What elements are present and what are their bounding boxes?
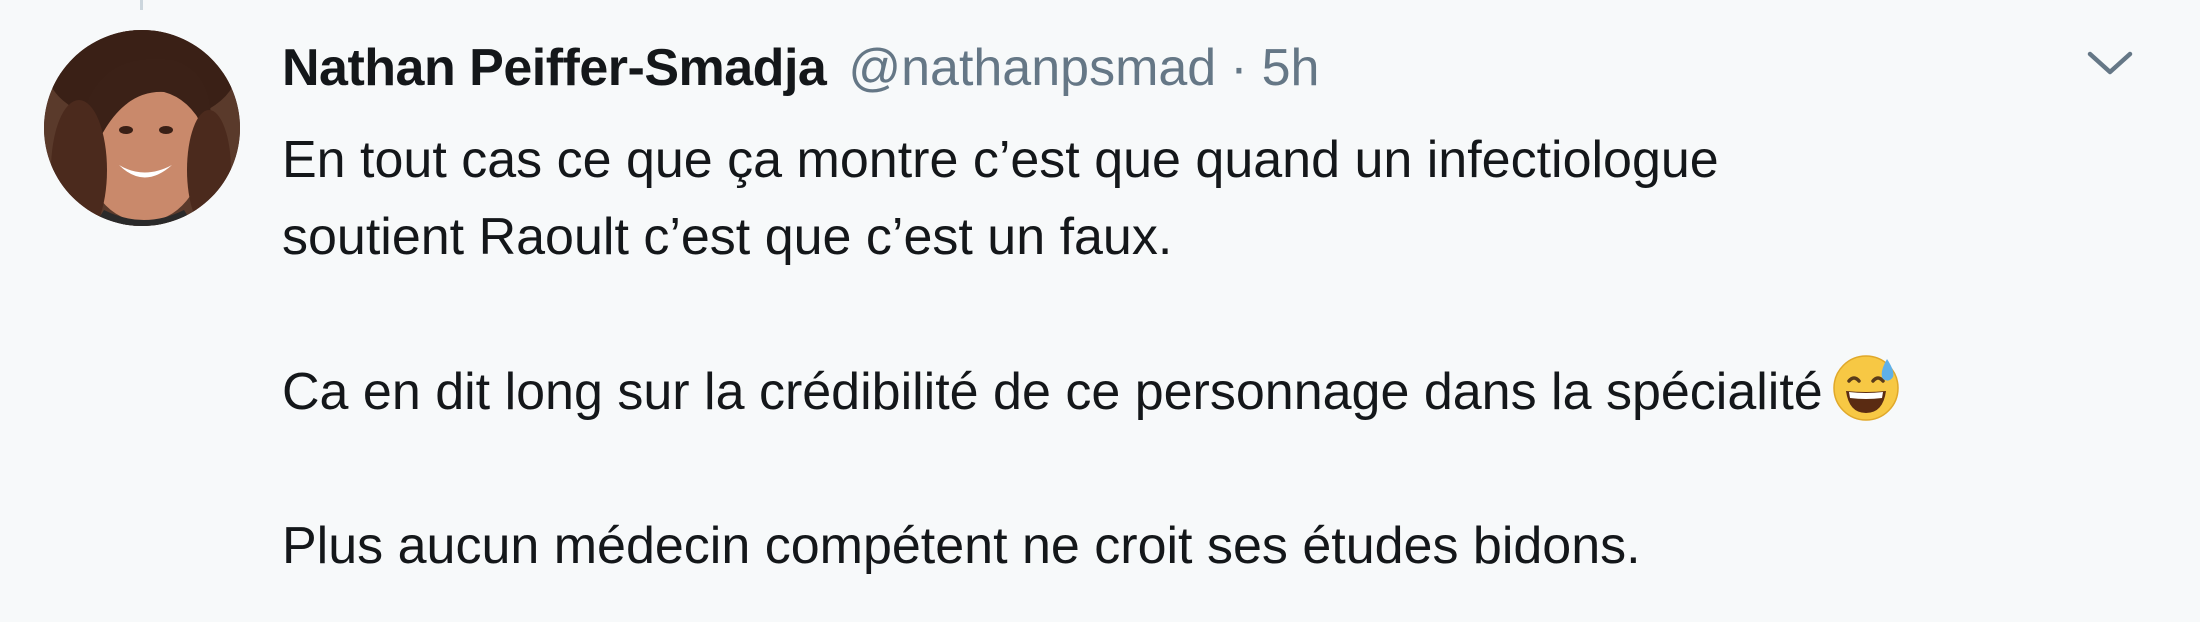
- tweet-paragraph: Plus aucun médecin compétent ne croit se…: [282, 508, 2162, 585]
- avatar[interactable]: [44, 30, 240, 226]
- tweet-paragraph: Ca en dit long sur la crédibilité de ce …: [282, 353, 2162, 431]
- separator-dot: ·: [1230, 39, 1248, 97]
- tweet-line: Plus aucun médecin compétent ne croit se…: [282, 517, 1641, 575]
- author-handle[interactable]: @nathanpsmad: [848, 38, 1216, 98]
- tweet-line: Ca en dit long sur la crédibilité de ce …: [282, 363, 1823, 421]
- tweet-header: Nathan Peiffer-Smadja @nathanpsmad · 5h: [282, 38, 1319, 108]
- tweet-text: En tout cas ce que ça montre c’est que q…: [282, 122, 2162, 585]
- avatar-image: [44, 30, 240, 226]
- tweet-line: soutient Raoult c’est que c’est un faux.: [282, 208, 1173, 266]
- tweet-timestamp[interactable]: 5h: [1262, 38, 1320, 98]
- author-name[interactable]: Nathan Peiffer-Smadja: [282, 38, 827, 98]
- tweet[interactable]: Nathan Peiffer-Smadja @nathanpsmad · 5h …: [0, 0, 2200, 622]
- thread-connector-line: [140, 0, 143, 10]
- grinning-sweat-emoji-icon: [1831, 353, 1901, 423]
- chevron-down-icon[interactable]: [2082, 44, 2138, 84]
- tweet-line: En tout cas ce que ça montre c’est que q…: [282, 131, 1719, 189]
- tweet-paragraph: En tout cas ce que ça montre c’est que q…: [282, 122, 2162, 276]
